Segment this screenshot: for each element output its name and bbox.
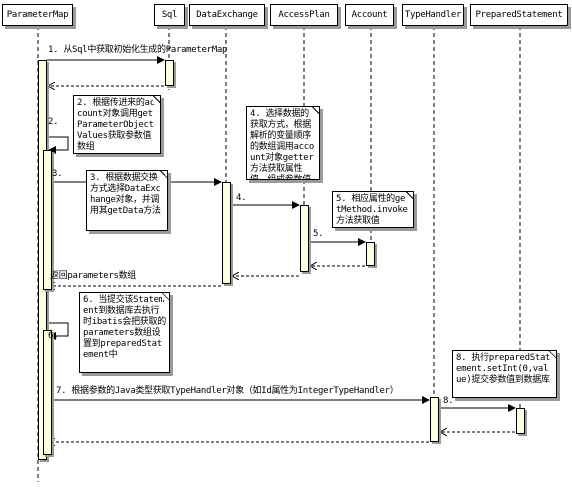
message-2-arrow <box>48 136 69 154</box>
lifeline-sql-header: Sql <box>154 4 185 26</box>
message-7-label: 7. 根据参数的Java类型获取TypeHandler对象（如Id属性为Inte… <box>56 386 399 396</box>
message-6-label: 6. <box>48 331 59 341</box>
note-step-4: 4. 选择数据的获取方式，根据解析的变量顺序的数组调用account对象gett… <box>246 106 320 180</box>
lifeline-dataexchange-header: DataExchange <box>189 4 265 26</box>
lifeline-typehandler-header: TypeHandler <box>402 4 464 26</box>
activation-parametermap-nested <box>43 150 52 290</box>
activation-preparedstatement <box>516 408 525 434</box>
note-step-5: 5. 相应属性的getMethod.invoke方法获取值 <box>332 191 414 228</box>
lifeline-accessplan-header: AccessPlan <box>270 4 338 26</box>
activation-parametermap-nested-2 <box>43 330 52 455</box>
activation-typehandler <box>430 397 439 442</box>
lifeline-preparedstatement-header: PreparedStatement <box>470 4 568 26</box>
note-step-2: 2. 根据传进来的account对象调用getParameterObjectVa… <box>73 95 161 154</box>
message-5-label: 5. <box>313 229 324 239</box>
activation-accessplan <box>300 205 309 272</box>
message-4-label: 4. <box>236 193 247 203</box>
message-2-label: 2. <box>48 117 59 127</box>
activation-account <box>366 242 375 266</box>
lifeline-account-header: Account <box>345 4 394 26</box>
message-3-label: 3. <box>52 169 63 179</box>
note-step-6: 6. 当提交该Statement到数据库去执行时ibatis会把获取的param… <box>79 292 170 373</box>
activation-dataexchange <box>222 182 231 284</box>
note-step-8: 8. 执行preparedStatement.setInt(0,value)提交… <box>452 350 557 398</box>
message-1-label: 1. 从Sql中获取初始化生成的ParameterMap <box>48 45 228 55</box>
return-3-label: 返回parameters数组 <box>50 271 136 281</box>
activation-sql <box>165 60 174 86</box>
sequence-diagram <box>37 26 521 482</box>
lifeline-parametermap-header: ParameterMap <box>2 4 73 26</box>
note-step-3: 3. 根据数据交换方式选择DataExchange对象，并调用其getData方… <box>86 170 168 231</box>
